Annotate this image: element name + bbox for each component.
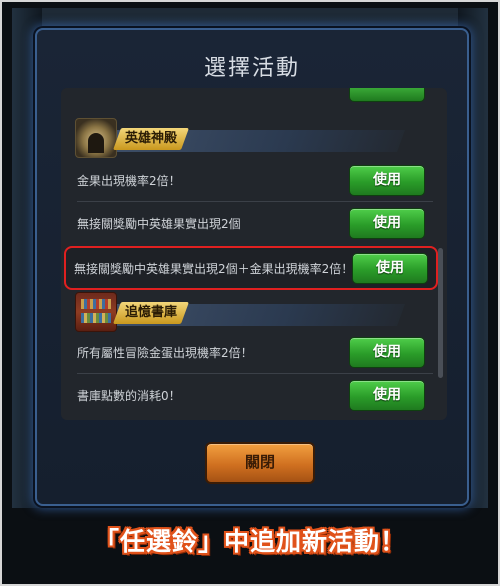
use-button[interactable]: 使用 xyxy=(349,337,425,368)
partial-use-button[interactable] xyxy=(349,88,425,102)
event-description: 無接關獎勵中英雄果實出現2個 xyxy=(77,217,241,231)
event-description: 書庫點數的消耗0！ xyxy=(77,389,181,403)
list-item: 所有屬性冒險金蛋出現機率2倍！ 使用 xyxy=(69,332,433,374)
section-title: 英雄神殿 xyxy=(112,128,190,150)
event-description: 所有屬性冒險金蛋出現機率2倍！ xyxy=(77,346,253,360)
scrollbar[interactable] xyxy=(438,248,443,378)
library-icon xyxy=(75,292,117,332)
use-button[interactable]: 使用 xyxy=(352,253,428,284)
list-item: 金果出現機率2倍！ 使用 xyxy=(69,160,433,202)
event-list[interactable]: 英雄神殿 金果出現機率2倍！ 使用 無接關獎勵中英雄果實出現2個 使用 無接關獎… xyxy=(61,88,447,420)
list-item: 書庫點數的消耗0！ 使用 xyxy=(69,375,433,415)
close-button[interactable]: 關閉 xyxy=(205,442,315,484)
select-event-dialog: 選擇活動 英雄神殿 金果出現機率2倍！ 使用 無接關獎勵中英雄果實出現2個 使用… xyxy=(35,28,469,506)
use-button[interactable]: 使用 xyxy=(349,208,425,239)
section-header-hero-temple: 英雄神殿 xyxy=(61,118,447,158)
dialog-title: 選擇活動 xyxy=(203,56,300,81)
event-description: 金果出現機率2倍！ xyxy=(77,174,181,188)
temple-icon xyxy=(75,118,117,158)
use-button[interactable]: 使用 xyxy=(349,165,425,196)
screenshot-frame: 選擇活動 英雄神殿 金果出現機率2倍！ 使用 無接關獎勵中英雄果實出現2個 使用… xyxy=(0,0,500,586)
list-item-highlighted: 無接關獎勵中英雄果實出現2個＋金果出現機率2倍！ 使用 xyxy=(64,246,438,290)
section-header-memory-library: 追憶書庫 xyxy=(61,292,447,332)
use-button[interactable]: 使用 xyxy=(349,380,425,411)
row-divider xyxy=(77,373,433,374)
row-divider xyxy=(77,201,433,202)
caption-banner: 「任選鈴」中追加新活動！ xyxy=(93,527,406,556)
event-description: 無接關獎勵中英雄果實出現2個＋金果出現機率2倍！ xyxy=(74,262,354,276)
section-title: 追憶書庫 xyxy=(112,302,190,324)
list-item: 無接關獎勵中英雄果實出現2個 使用 xyxy=(69,203,433,243)
